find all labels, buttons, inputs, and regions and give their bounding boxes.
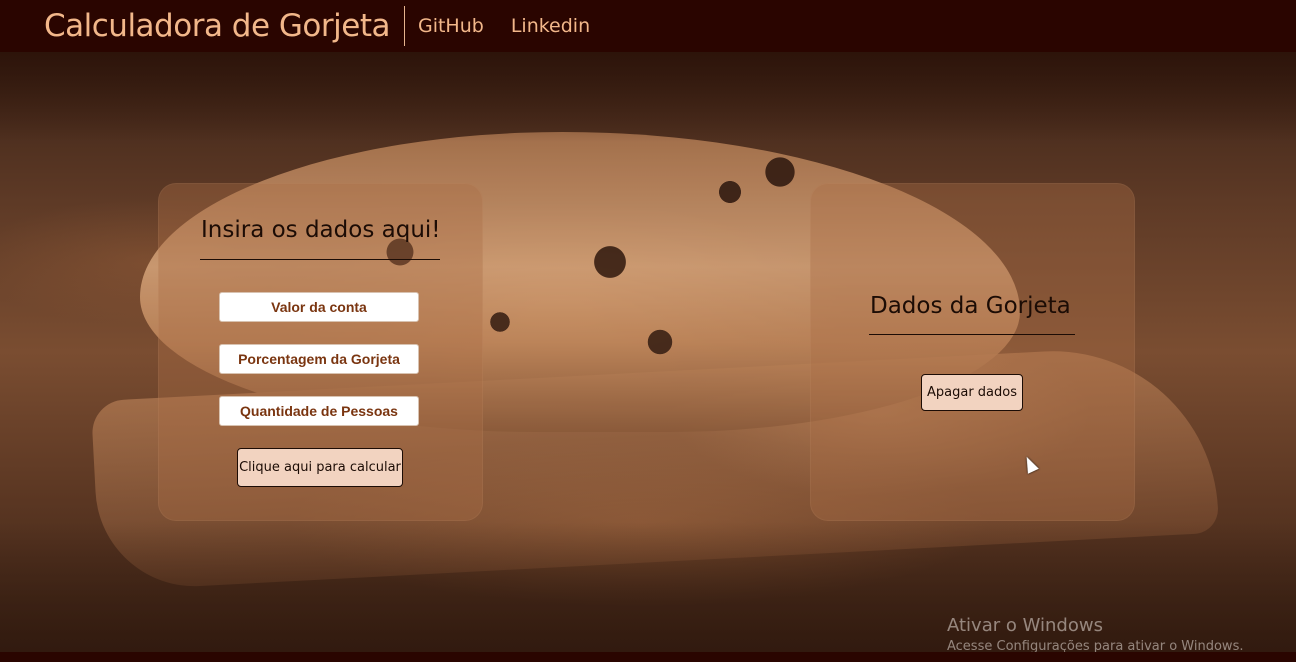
result-panel: Dados da Gorjeta Apagar dados — [810, 183, 1135, 521]
tip-percentage-input[interactable] — [219, 344, 419, 374]
result-panel-divider — [869, 334, 1075, 335]
app-title[interactable]: Calculadora de Gorjeta — [44, 6, 405, 46]
people-count-input[interactable] — [219, 396, 419, 426]
result-panel-title: Dados da Gorjeta — [870, 293, 1071, 319]
bill-value-input[interactable] — [219, 292, 419, 322]
github-link[interactable]: GitHub — [418, 15, 484, 37]
watermark-title: Ativar o Windows — [947, 615, 1103, 636]
windows-activation-watermark: Ativar o Windows Acesse Configurações pa… — [947, 615, 1243, 654]
linkedin-link[interactable]: Linkedin — [511, 15, 590, 37]
bottom-bar — [0, 652, 1296, 662]
navbar: Calculadora de Gorjeta GitHub Linkedin — [0, 0, 1296, 52]
calculate-button[interactable]: Clique aqui para calcular — [237, 448, 403, 487]
clear-data-button[interactable]: Apagar dados — [921, 374, 1023, 411]
input-panel-divider — [200, 259, 440, 260]
background-shade-top — [0, 52, 1296, 142]
input-panel-title: Insira os dados aqui! — [201, 217, 441, 243]
input-panel: Insira os dados aqui! Clique aqui para c… — [158, 183, 483, 521]
